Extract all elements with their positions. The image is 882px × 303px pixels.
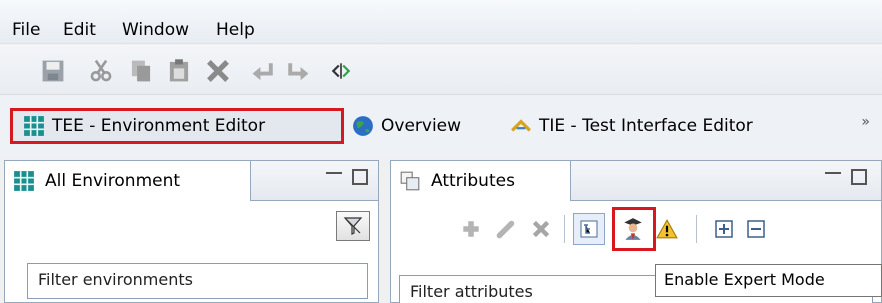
minimize-button[interactable] — [326, 172, 342, 186]
filter-toggle-button[interactable] — [336, 211, 370, 241]
tree-view-toggle[interactable] — [573, 213, 605, 245]
toolbar-separator — [564, 215, 565, 243]
grid-icon — [24, 116, 44, 136]
perspective-overview-label: Overview — [381, 116, 462, 136]
perspective-tee-label: TEE - Environment Editor — [52, 116, 266, 136]
toolbar-separator — [696, 215, 697, 243]
delete-icon[interactable] — [205, 58, 231, 84]
tooltip: Enable Expert Mode — [655, 264, 882, 297]
perspective-tie[interactable]: TIE - Test Interface Editor — [510, 108, 753, 144]
interface-icon — [511, 119, 531, 132]
add-icon — [463, 221, 479, 237]
save-icon[interactable] — [40, 58, 66, 84]
tree-view-icon — [580, 220, 598, 238]
menu-window[interactable]: Window — [122, 20, 189, 40]
right-tab-strip: Attributes — [391, 161, 881, 201]
globe-icon — [353, 116, 373, 136]
filter-environments-field[interactable]: Filter environments — [27, 263, 368, 299]
minimize-button[interactable] — [825, 172, 841, 186]
undo-icon[interactable] — [250, 58, 276, 84]
collapse-all-button[interactable] — [740, 213, 772, 245]
tab-all-environment[interactable]: All Environment — [5, 161, 251, 201]
all-environment-view: All Environment Filter environments — [4, 160, 379, 303]
maximize-button[interactable] — [851, 169, 867, 185]
warning-icon — [656, 219, 678, 239]
menu-edit[interactable]: Edit — [63, 20, 96, 40]
tab-attributes-label: Attributes — [431, 171, 515, 191]
menu-bar: File Edit Window Help — [0, 0, 882, 44]
attributes-icon — [400, 171, 420, 191]
menu-file[interactable]: File — [12, 20, 40, 40]
left-subbar — [5, 202, 378, 248]
edit-icon — [496, 220, 515, 239]
perspective-tee[interactable]: TEE - Environment Editor — [10, 108, 344, 144]
perspective-bar: TEE - Environment Editor Overview TIE - … — [0, 96, 882, 158]
expand-all-button[interactable] — [708, 213, 740, 245]
add-button[interactable] — [455, 213, 487, 245]
grid-icon — [14, 171, 34, 191]
left-tab-strip: All Environment — [5, 161, 378, 201]
collapse-all-icon — [747, 220, 765, 238]
tab-attributes[interactable]: Attributes — [391, 161, 571, 201]
cut-icon[interactable] — [88, 58, 114, 84]
highlight-box — [612, 207, 656, 251]
edit-button[interactable] — [490, 213, 522, 245]
overflow-chevron[interactable]: » — [861, 114, 870, 130]
menu-help[interactable]: Help — [216, 20, 255, 40]
main-toolbar — [0, 45, 882, 95]
perspective-overview[interactable]: Overview — [352, 108, 461, 144]
paste-icon[interactable] — [166, 58, 192, 84]
copy-icon[interactable] — [128, 58, 154, 84]
filter-icon — [343, 217, 363, 235]
remove-icon — [532, 220, 550, 238]
perspective-tie-label: TIE - Test Interface Editor — [539, 116, 753, 136]
expand-all-icon — [715, 220, 733, 238]
tab-all-environment-label: All Environment — [45, 171, 181, 191]
remove-button[interactable] — [525, 213, 557, 245]
switch-editor-icon[interactable] — [330, 58, 352, 84]
maximize-button[interactable] — [352, 169, 368, 185]
redo-icon[interactable] — [285, 58, 311, 84]
